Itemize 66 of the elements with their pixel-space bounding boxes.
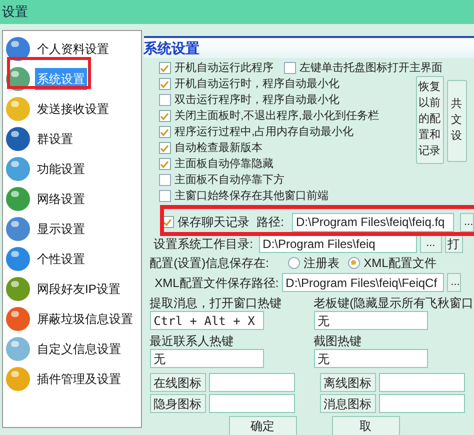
input-field[interactable]: D:\Program Files\feiq\FeiqCf xyxy=(282,273,444,292)
checkbox[interactable] xyxy=(158,110,171,122)
field-label: 设置系统工作目录: xyxy=(154,236,254,252)
hotkey-label: 提取消息，打开窗口热键 xyxy=(150,295,283,311)
sidebar-item[interactable]: 个性设置 xyxy=(35,248,87,270)
hotkey-field[interactable]: Ctrl + Alt + X xyxy=(150,311,264,330)
sidebar-item[interactable]: 网段好友IP设置 xyxy=(35,278,122,300)
checkbox[interactable] xyxy=(158,190,171,202)
radio-button[interactable] xyxy=(288,256,300,268)
checkbox[interactable] xyxy=(158,142,171,154)
icon-button[interactable]: 在线图标 xyxy=(150,373,206,392)
side-button[interactable]: 共文设 xyxy=(446,80,467,162)
checkbox-label: 主窗口始终保存在其他窗口前端 xyxy=(174,188,329,204)
icon-path-field[interactable] xyxy=(378,394,465,413)
hotkey-label: 最近联系人热键 xyxy=(150,333,235,349)
side-button[interactable]: 恢复以前的配置和记录 xyxy=(416,76,444,164)
checkbox-label: 关闭主面板时,不退出程序,最小化到任务栏 xyxy=(174,108,379,124)
checkbox-label: 自动检查最新版本 xyxy=(174,140,263,156)
sidebar-item[interactable]: 个人资料设置 xyxy=(35,38,111,60)
sidebar-item[interactable]: 插件管理及设置 xyxy=(35,368,123,390)
hotkey-label: 截图热键 xyxy=(314,333,363,349)
icon-path-field[interactable] xyxy=(378,373,465,392)
sidebar-item[interactable]: 功能设置 xyxy=(35,158,87,180)
sidebar-item[interactable]: 自定义信息设置 xyxy=(35,338,123,360)
icon-path-field[interactable] xyxy=(208,394,295,413)
checkbox-label: 程序运行过程中,占用内存自动最小化 xyxy=(174,124,354,140)
icon-button[interactable]: 离线图标 xyxy=(320,373,376,392)
radio-label: 注册表 xyxy=(304,254,340,272)
path-field[interactable]: D:\Program Files\feiq\feiq.fq xyxy=(292,212,454,232)
checkbox[interactable] xyxy=(158,174,171,186)
checkbox-label: 双击运行程序时，程序自动最小化 xyxy=(174,92,340,108)
hotkey-field[interactable]: 无 xyxy=(314,349,428,368)
checkbox-label: 主面板自动停靠隐藏 xyxy=(174,156,274,172)
field-label: XML配置文件保存路径: xyxy=(154,274,279,292)
sidebar-item[interactable]: 群设置 xyxy=(35,128,75,150)
hotkey-label: 老板键(隐藏显示所有飞秋窗口 xyxy=(314,295,474,311)
section-title: 系统设置 xyxy=(144,38,200,58)
browse-button[interactable]: ... xyxy=(460,212,474,232)
sidebar-item[interactable]: 网络设置 xyxy=(35,188,87,210)
checkbox-label: 保存聊天记录 xyxy=(178,214,250,231)
sidebar-item[interactable]: 显示设置 xyxy=(35,218,87,240)
sidebar-item[interactable]: 发送接收设置 xyxy=(35,98,111,120)
field-label: 路径: xyxy=(256,214,284,231)
radio-button[interactable] xyxy=(348,256,360,268)
checkbox[interactable] xyxy=(158,94,171,106)
field-label: 配置(设置)信息保存在: xyxy=(150,254,270,272)
icon-button[interactable]: 消息图标 xyxy=(320,394,376,413)
dialog-button[interactable]: 确定 xyxy=(228,416,297,435)
checkbox[interactable] xyxy=(158,78,171,90)
checkbox[interactable] xyxy=(284,62,296,74)
checkbox-label: 左键单击托盘图标打开主界面 xyxy=(300,60,443,76)
sidebar-item[interactable]: 屏蔽垃圾信息设置 xyxy=(35,308,135,330)
checkbox-label: 主面板不自动停靠下方 xyxy=(174,172,285,188)
checkbox[interactable] xyxy=(158,126,171,138)
checkbox[interactable] xyxy=(158,62,171,74)
icon-button[interactable]: 隐身图标 xyxy=(150,394,206,413)
icon-path-field[interactable] xyxy=(208,373,295,392)
checkbox[interactable] xyxy=(158,158,171,170)
window-title: 设置 xyxy=(2,3,28,22)
dialog-button[interactable]: 取 xyxy=(332,416,400,435)
checkbox-label: 开机自动运行此程序 xyxy=(174,60,274,76)
hotkey-field[interactable]: 无 xyxy=(150,349,264,368)
radio-label: XML配置文件 xyxy=(364,254,436,272)
browse-button[interactable]: ... xyxy=(446,273,461,292)
hotkey-field[interactable]: 无 xyxy=(314,311,428,330)
checkbox-label: 开机自动运行时，程序自动最小化 xyxy=(174,76,340,92)
